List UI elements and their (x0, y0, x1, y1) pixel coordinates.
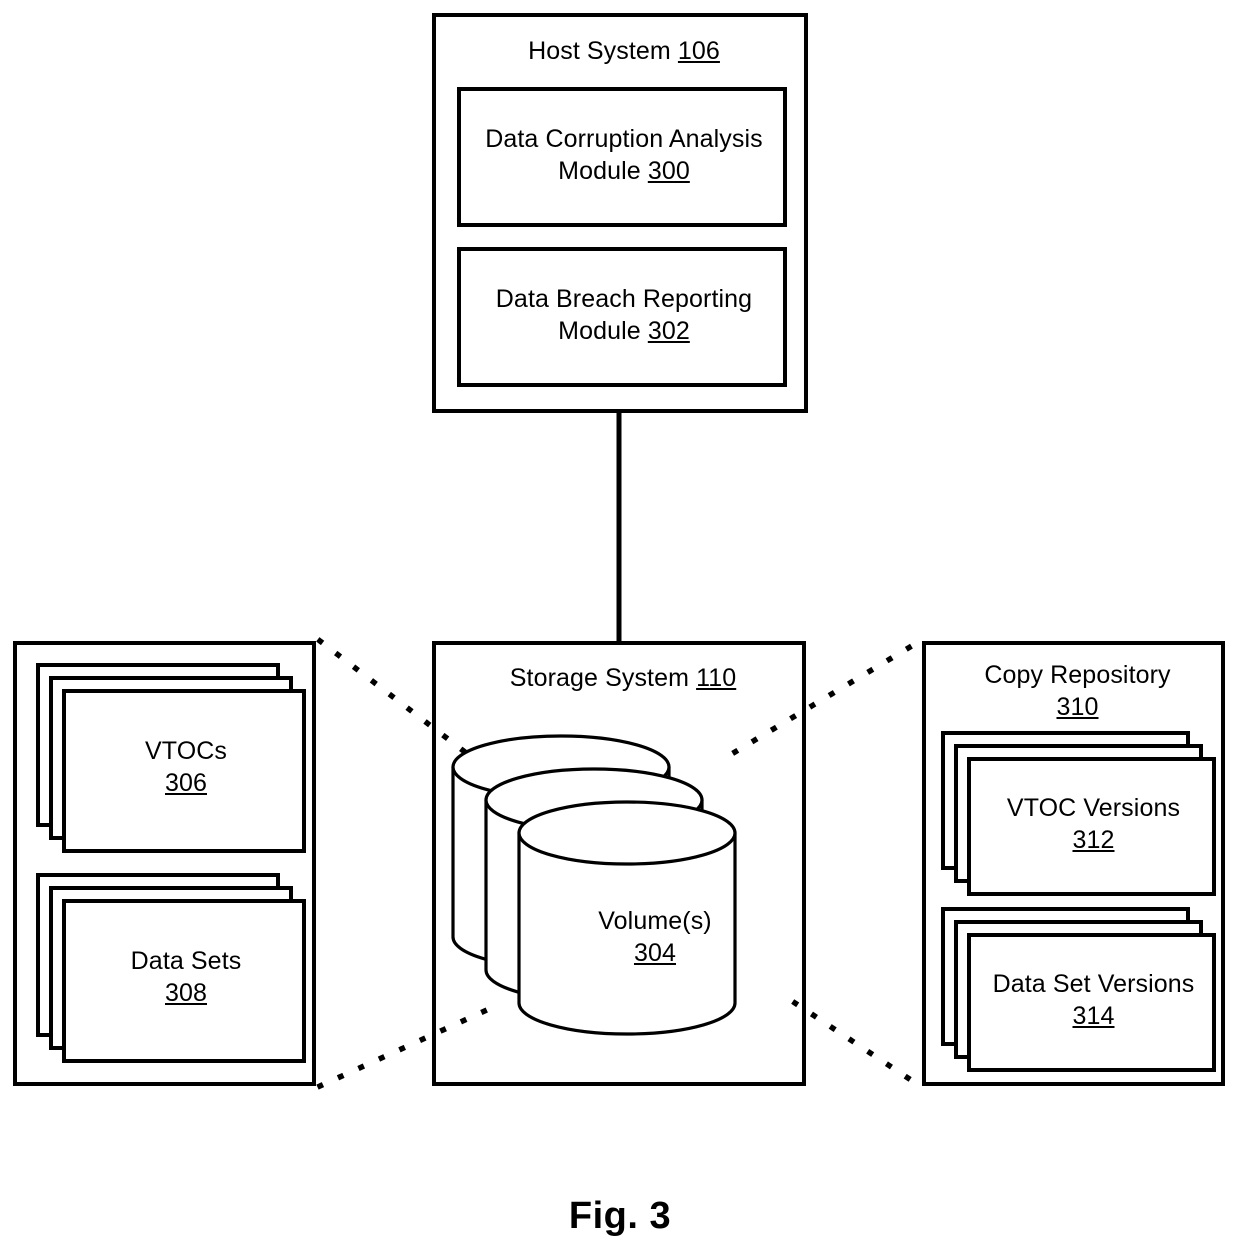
figure-caption: Fig. 3 (568, 1195, 672, 1237)
data-breach-reporting-module-title: Data Breach Reporting Module 302 (495, 285, 753, 345)
data-breach-reporting-module-box: Data Breach Reporting Module 302 (457, 247, 787, 387)
patent-figure-3: Host System 106 Data Corruption Analysis… (0, 0, 1240, 1259)
data-sets-label: Data Sets 308 (130, 947, 242, 1007)
data-breach-reporting-module-ref: 302 (647, 317, 690, 345)
data-sets-ref: 308 (164, 979, 207, 1007)
volumes-ref: 304 (633, 939, 676, 967)
storage-system-ref: 110 (696, 664, 737, 692)
data-corruption-analysis-module-title: Data Corruption Analysis Module 300 (485, 125, 763, 185)
storage-to-repository-bottom-dotted-line (791, 999, 924, 1090)
volumes-label: Volume(s) 304 (598, 907, 712, 967)
data-sets-stack: Data Sets 308 (36, 873, 306, 1063)
vtocs-ref: 306 (164, 769, 207, 797)
vtoc-versions-sheet-front: VTOC Versions 312 (967, 757, 1216, 896)
data-corruption-analysis-module-ref: 300 (647, 157, 690, 185)
vtoc-versions-label: VTOC Versions 312 (1006, 794, 1181, 854)
storage-system-title: Storage System 110 (509, 664, 737, 692)
data-set-versions-ref: 314 (1072, 1002, 1115, 1030)
copy-repository-ref: 310 (1056, 693, 1099, 721)
host-system-ref: 106 (677, 37, 720, 65)
data-sets-sheet-front: Data Sets 308 (62, 899, 306, 1063)
vtoc-versions-stack: VTOC Versions 312 (941, 731, 1216, 896)
host-system-box: Host System 106 Data Corruption Analysis… (432, 13, 808, 413)
data-set-versions-sheet-front: Data Set Versions 314 (967, 933, 1216, 1072)
copy-repository-title: Copy Repository 310 (984, 661, 1171, 721)
host-system-title: Host System 106 (528, 37, 720, 65)
storage-system-box: Storage System 110 (432, 641, 806, 1086)
vtocs-sheet-front: VTOCs 306 (62, 689, 306, 853)
vtocs-stack: VTOCs 306 (36, 663, 306, 853)
data-corruption-analysis-module-box: Data Corruption Analysis Module 300 (457, 87, 787, 227)
left-panel-box: VTOCs 306 Data Sets 308 (13, 641, 316, 1086)
copy-repository-box: Copy Repository 310 VTOC Versions 312 Da… (922, 641, 1225, 1086)
vtocs-label: VTOCs 306 (145, 737, 227, 797)
data-set-versions-stack: Data Set Versions 314 (941, 907, 1216, 1072)
vtoc-versions-ref: 312 (1072, 826, 1115, 854)
data-set-versions-label: Data Set Versions 314 (992, 970, 1195, 1030)
